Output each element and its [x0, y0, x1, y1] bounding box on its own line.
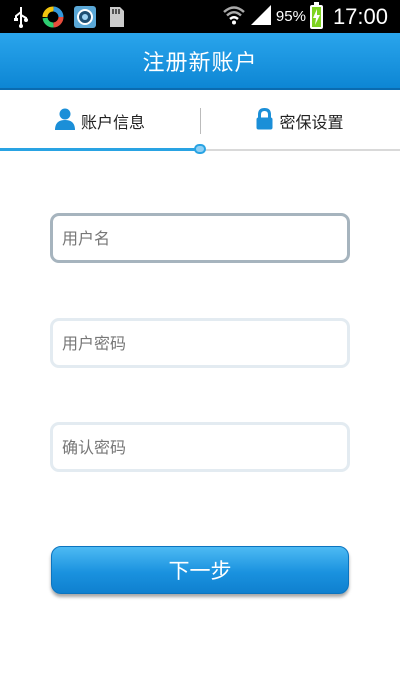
tab-divider: [200, 108, 201, 134]
system-status: 95% 17:00: [222, 0, 388, 33]
tab-security-settings[interactable]: 密保设置: [200, 92, 400, 150]
battery-percent: 95%: [275, 8, 306, 25]
wifi-icon: [222, 5, 246, 29]
username-input[interactable]: [50, 213, 350, 263]
confirm-password-input[interactable]: [50, 422, 350, 472]
notification-icons: [8, 4, 130, 30]
password-input[interactable]: [50, 318, 350, 368]
status-bar: 95% 17:00: [0, 0, 400, 33]
status-time: 17:00: [332, 3, 388, 29]
user-icon: [54, 108, 75, 134]
lock-icon: [256, 107, 273, 134]
camera-app-icon: [72, 5, 98, 29]
signal-icon: [250, 4, 272, 30]
title-bar: 注册新账户: [0, 33, 400, 90]
battery-charging-icon: [309, 1, 323, 29]
usb-icon: [8, 5, 34, 29]
step-progress: [0, 144, 400, 154]
progress-indicator: [194, 144, 206, 154]
next-step-button[interactable]: 下一步: [51, 546, 349, 594]
step-tabs: 账户信息 密保设置: [0, 92, 400, 150]
sd-card-icon: [104, 5, 130, 29]
tab-account-info-label: 账户信息: [80, 113, 145, 132]
tab-security-settings-label: 密保设置: [279, 113, 344, 132]
page-title: 注册新账户: [142, 50, 258, 76]
app-ring-icon: [40, 5, 66, 29]
tab-account-info[interactable]: 账户信息: [0, 92, 200, 150]
progress-fill: [0, 148, 200, 151]
